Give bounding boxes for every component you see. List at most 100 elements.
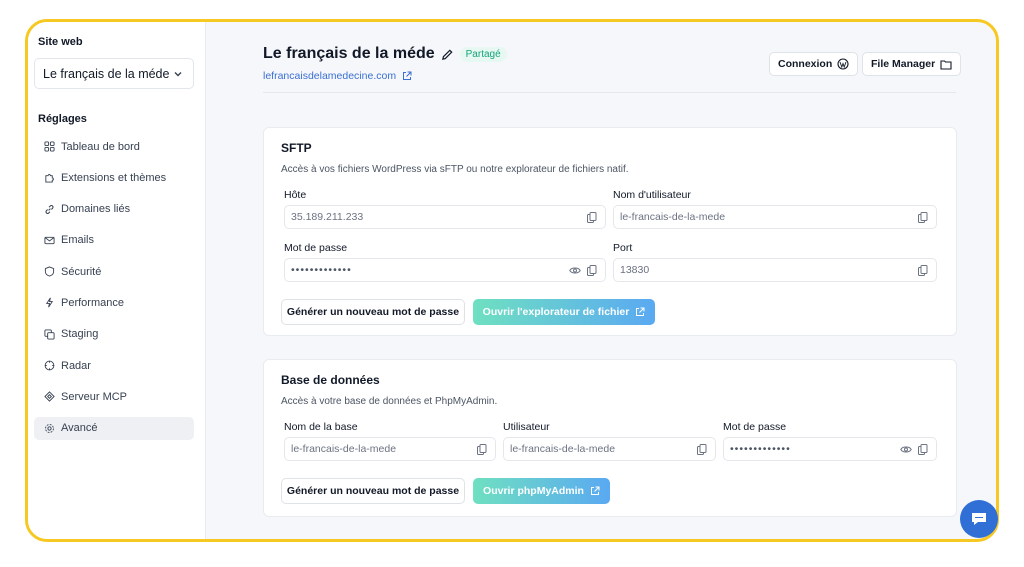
chevron-down-icon <box>174 71 182 76</box>
sidebar: Site web Le français de la méde Réglages… <box>28 22 206 539</box>
puzzle-icon <box>43 172 55 184</box>
db-generate-password-label: Générer un nouveau mot de passe <box>286 485 460 497</box>
copy-icon <box>43 328 55 340</box>
copy-icon[interactable] <box>918 264 928 276</box>
sftp-generate-password-button[interactable]: Générer un nouveau mot de passe <box>281 299 465 325</box>
database-card: Base de données Accès à votre base de do… <box>263 359 957 517</box>
login-button-label: Connexion <box>778 58 833 70</box>
open-phpmyadmin-button[interactable]: Ouvrir phpMyAdmin <box>473 478 610 504</box>
sidebar-item-staging[interactable]: Staging <box>34 323 194 346</box>
gear-icon <box>43 422 55 434</box>
external-link-icon <box>636 307 645 316</box>
site-heading: Site web <box>38 36 83 48</box>
host-value: 35.189.211.233 <box>291 211 364 223</box>
wordpress-icon <box>837 58 849 70</box>
username-value: le-francais-de-la-mede <box>620 211 726 223</box>
eye-icon[interactable] <box>900 445 912 454</box>
site-url-link[interactable]: lefrancaisdelamedecine.com <box>263 70 412 82</box>
sidebar-item-label: Sécurité <box>61 265 102 278</box>
site-selector-value: Le français de la méde <box>43 66 170 81</box>
sftp-description: Accès à vos fichiers WordPress via sFTP … <box>281 164 629 175</box>
open-file-explorer-label: Ouvrir l'explorateur de fichier <box>482 306 630 318</box>
bolt-icon <box>43 297 55 309</box>
login-button[interactable]: Connexion <box>769 52 859 76</box>
username-label: Nom d'utilisateur <box>613 189 691 201</box>
chat-icon <box>972 513 986 525</box>
port-value: 13830 <box>620 264 650 276</box>
settings-heading: Réglages <box>38 113 87 125</box>
shared-badge: Partagé <box>459 46 507 62</box>
sidebar-item-label: Radar <box>61 359 91 372</box>
chat-button[interactable] <box>960 500 998 538</box>
sidebar-item-emails[interactable]: Emails <box>34 229 194 252</box>
sidebar-item-dashboard[interactable]: Tableau de bord <box>34 135 194 158</box>
dbname-value: le-francais-de-la-mede <box>291 443 397 455</box>
eye-icon[interactable] <box>569 266 581 275</box>
sftp-password-field[interactable]: ••••••••••••• <box>284 258 606 282</box>
sftp-generate-password-label: Générer un nouveau mot de passe <box>286 306 460 318</box>
host-field[interactable]: 35.189.211.233 <box>284 205 606 229</box>
mcp-icon <box>43 391 55 403</box>
sftp-card: SFTP Accès à vos fichiers WordPress via … <box>263 127 957 336</box>
shield-icon <box>43 266 55 278</box>
sidebar-item-label: Staging <box>61 328 99 341</box>
sidebar-item-performance[interactable]: Performance <box>34 291 194 314</box>
sidebar-item-advanced[interactable]: Avancé <box>34 416 194 440</box>
copy-icon[interactable] <box>587 211 597 223</box>
db-password-value: ••••••••••••• <box>730 443 791 455</box>
sidebar-item-mcp-server[interactable]: Serveur MCP <box>34 385 194 408</box>
open-file-explorer-button[interactable]: Ouvrir l'explorateur de fichier <box>473 299 655 325</box>
sidebar-item-domains[interactable]: Domaines liés <box>34 198 194 221</box>
page-title: Le français de la méde <box>263 45 435 62</box>
site-selector[interactable]: Le français de la méde <box>34 58 194 89</box>
dbname-label: Nom de la base <box>284 421 358 433</box>
sidebar-item-label: Serveur MCP <box>61 390 128 403</box>
sftp-title: SFTP <box>281 141 312 155</box>
db-password-label: Mot de passe <box>723 421 787 433</box>
username-field[interactable]: le-francais-de-la-mede <box>613 205 937 229</box>
sidebar-item-label: Extensions et thèmes <box>61 171 167 184</box>
link-icon <box>43 203 55 215</box>
external-link-icon <box>403 71 412 80</box>
copy-icon[interactable] <box>918 211 928 223</box>
db-user-field[interactable]: le-francais-de-la-mede <box>503 437 716 461</box>
main-content: Le français de la méde Partagé lefrancai… <box>206 22 996 539</box>
database-description: Accès à votre base de données et PhpMyAd… <box>281 396 498 407</box>
db-generate-password-button[interactable]: Générer un nouveau mot de passe <box>281 478 465 504</box>
sidebar-item-label: Performance <box>61 296 124 309</box>
sidebar-item-label: Avancé <box>61 422 98 435</box>
port-field[interactable]: 13830 <box>613 258 937 282</box>
copy-icon[interactable] <box>918 443 928 455</box>
sidebar-item-extensions[interactable]: Extensions et thèmes <box>34 166 194 189</box>
site-url-text: lefrancaisdelamedecine.com <box>263 70 397 82</box>
file-manager-button-label: File Manager <box>871 58 936 70</box>
sftp-password-label: Mot de passe <box>284 242 348 254</box>
file-manager-button[interactable]: File Manager <box>862 52 962 76</box>
open-phpmyadmin-label: Ouvrir phpMyAdmin <box>483 485 584 497</box>
title-row: Le français de la méde Partagé <box>263 45 507 63</box>
app-frame: Site web Le français de la méde Réglages… <box>25 19 999 542</box>
copy-icon[interactable] <box>697 443 707 455</box>
header-divider <box>263 92 956 93</box>
radar-icon <box>43 360 55 372</box>
sidebar-item-security[interactable]: Sécurité <box>34 260 194 283</box>
port-label: Port <box>613 242 633 254</box>
folder-icon <box>940 59 952 70</box>
mail-icon <box>43 234 55 246</box>
sidebar-item-label: Domaines liés <box>61 203 131 216</box>
copy-icon[interactable] <box>477 443 487 455</box>
dbname-field[interactable]: le-francais-de-la-mede <box>284 437 496 461</box>
sidebar-item-label: Emails <box>61 234 95 247</box>
db-user-label: Utilisateur <box>503 421 550 433</box>
sidebar-item-radar[interactable]: Radar <box>34 354 194 377</box>
db-password-field[interactable]: ••••••••••••• <box>723 437 937 461</box>
database-title: Base de données <box>281 373 380 387</box>
external-link-icon <box>590 486 600 495</box>
copy-icon[interactable] <box>587 264 597 276</box>
sidebar-item-label: Tableau de bord <box>61 140 140 153</box>
sftp-password-value: ••••••••••••• <box>291 264 352 276</box>
pencil-icon[interactable] <box>441 48 454 61</box>
host-label: Hôte <box>284 189 307 201</box>
db-user-value: le-francais-de-la-mede <box>510 443 616 455</box>
dashboard-icon <box>43 141 55 153</box>
